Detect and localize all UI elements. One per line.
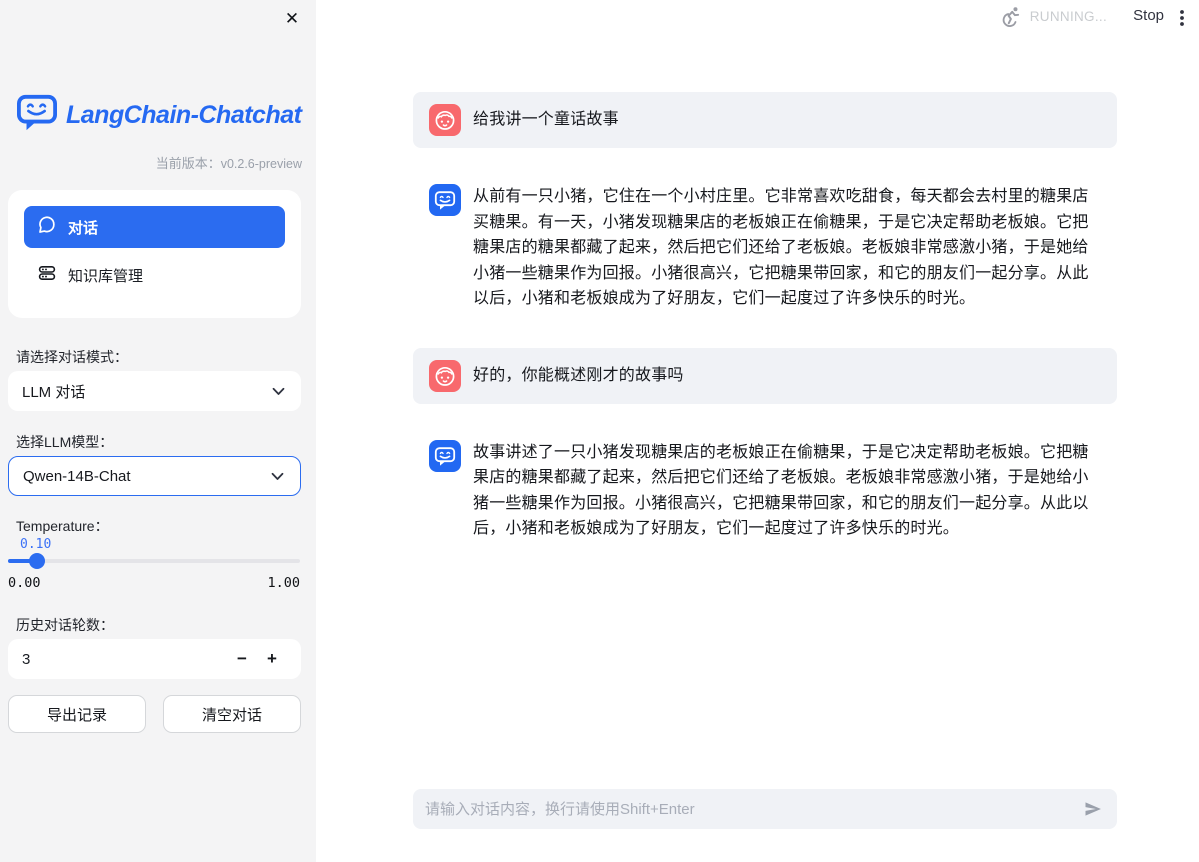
- nav-item-knowledge-base[interactable]: 知识库管理: [24, 254, 285, 296]
- chevron-down-icon: [271, 468, 284, 485]
- assistant-message-row: 故事讲述了一只小猪发现糖果店的老板娘正在偷糖果，于是它决定帮助老板娘。它把糖果店…: [413, 428, 1117, 554]
- dialog-mode-value: LLM 对话: [22, 381, 85, 402]
- message-text: 故事讲述了一只小猪发现糖果店的老板娘正在偷糖果，于是它决定帮助老板娘。它把糖果店…: [473, 440, 1101, 542]
- slider-thumb[interactable]: [29, 553, 45, 569]
- chevron-down-icon: [272, 383, 285, 400]
- sidebar: ✕ LangChain-Chatchat 当前版本：v0.2.6-preview: [0, 0, 316, 862]
- slider-range-labels: 0.00 1.00: [8, 575, 300, 591]
- nav-card: 对话 知识库管理: [8, 190, 301, 318]
- history-turns-input[interactable]: 3 − +: [8, 639, 301, 679]
- message-text: 好的，你能概述刚才的故事吗: [473, 363, 684, 389]
- running-status-text: RUNNING...: [1030, 9, 1107, 24]
- user-avatar-boy-face-icon: [429, 104, 461, 136]
- message-text: 给我讲一个童话故事: [473, 107, 619, 133]
- version-value: v0.2.6-preview: [221, 157, 302, 171]
- llm-model-value: Qwen-14B-Chat: [23, 468, 131, 485]
- nav-item-label: 对话: [68, 217, 98, 238]
- llm-model-select[interactable]: Qwen-14B-Chat: [8, 456, 301, 496]
- history-turns-label: 历史对话轮数：: [16, 615, 114, 635]
- version-label: 当前版本：: [156, 156, 221, 171]
- nav-item-label: 知识库管理: [68, 265, 143, 286]
- app-title: LangChain-Chatchat: [66, 101, 301, 130]
- temperature-slider[interactable]: [8, 559, 300, 563]
- slider-min: 0.00: [8, 575, 41, 591]
- chat-input-bar: [413, 789, 1117, 829]
- temperature-value: 0.10: [20, 537, 51, 552]
- decrement-button[interactable]: −: [227, 649, 257, 669]
- increment-button[interactable]: +: [257, 649, 287, 669]
- dialog-mode-select[interactable]: LLM 对话: [8, 371, 301, 411]
- history-turns-value: 3: [22, 651, 227, 668]
- clear-dialogue-button[interactable]: 清空对话: [163, 695, 301, 733]
- send-icon[interactable]: [1081, 797, 1105, 821]
- assistant-avatar-smiley-bubble-icon: [429, 440, 461, 472]
- close-sidebar-icon[interactable]: ✕: [281, 8, 303, 30]
- chat-bubble-icon: [38, 216, 56, 238]
- nav-item-dialogue[interactable]: 对话: [24, 206, 285, 248]
- stop-button[interactable]: Stop: [1133, 7, 1164, 24]
- running-status-icon: [1000, 6, 1021, 32]
- app-logo: LangChain-Chatchat: [16, 93, 301, 138]
- message-text: 从前有一只小猪，它住在一个小村庄里。它非常喜欢吃甜食，每天都会去村里的糖果店买糖…: [473, 184, 1101, 312]
- assistant-message-row: 从前有一只小猪，它住在一个小村庄里。它非常喜欢吃甜食，每天都会去村里的糖果店买糖…: [413, 172, 1117, 324]
- chat-input[interactable]: [425, 801, 1081, 818]
- llm-model-label: 选择LLM模型：: [16, 432, 113, 452]
- slider-max: 1.00: [267, 575, 300, 591]
- database-icon: [38, 264, 56, 286]
- export-history-button[interactable]: 导出记录: [8, 695, 146, 733]
- kebab-menu-icon[interactable]: [1173, 8, 1191, 33]
- user-message-row: 好的，你能概述刚才的故事吗: [413, 348, 1117, 404]
- user-avatar-boy-face-icon: [429, 360, 461, 392]
- version-info: 当前版本：v0.2.6-preview: [156, 153, 302, 172]
- chat-messages: 给我讲一个童话故事 从前有一只小猪，它住在一个小村庄里。它非常喜欢吃甜食，每天都…: [413, 92, 1117, 578]
- user-message-row: 给我讲一个童话故事: [413, 92, 1117, 148]
- top-toolbar: RUNNING... Stop: [316, 0, 1199, 36]
- assistant-avatar-smiley-bubble-icon: [429, 184, 461, 216]
- logo-smiley-bubble-icon: [16, 93, 58, 138]
- app-window: ✕ LangChain-Chatchat 当前版本：v0.2.6-preview: [0, 0, 1199, 862]
- temperature-label: Temperature：: [16, 516, 109, 536]
- dialog-mode-label: 请选择对话模式：: [16, 347, 128, 367]
